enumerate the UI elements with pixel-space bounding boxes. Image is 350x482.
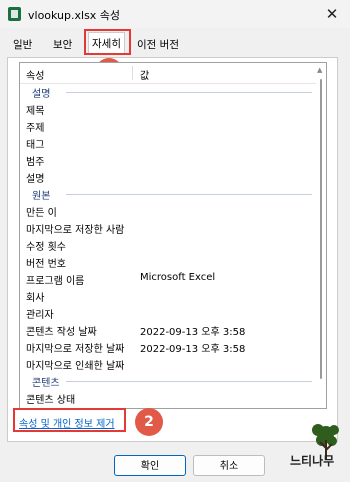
column-header-value[interactable]: 값 <box>140 67 149 82</box>
details-tab-highlight <box>84 29 131 55</box>
property-rows: 설명 제목 주제 태그 범주 설명 원본 만든 이 마지막으로 저장한 사람 수정 횟수 버전 번호… <box>20 83 316 406</box>
tab-strip: 일반 보안 자세히 이전 버전 <box>0 32 350 58</box>
property-row[interactable]: 만든 이 <box>20 202 316 219</box>
property-row[interactable]: 관리자 <box>20 304 316 321</box>
property-row[interactable]: 태그 <box>20 134 316 151</box>
group-divider <box>66 92 312 93</box>
property-name: 주제 <box>26 123 45 134</box>
property-name: 수정 횟수 <box>26 242 66 253</box>
close-icon[interactable]: ✕ <box>320 3 344 25</box>
tree-logo-icon <box>312 424 339 460</box>
property-name: 회사 <box>26 293 45 304</box>
property-group-header[interactable]: 콘텐츠 <box>20 372 316 389</box>
property-row[interactable]: 프로그램 이름 Microsoft Excel <box>20 270 316 287</box>
property-name: 설명 <box>32 89 51 100</box>
property-row[interactable]: 회사 <box>20 287 316 304</box>
cancel-button[interactable]: 취소 <box>193 455 265 476</box>
property-name: 태그 <box>26 140 45 151</box>
property-name: 콘텐츠 작성 날짜 <box>26 327 97 338</box>
group-divider <box>66 194 312 195</box>
property-name: 제목 <box>26 106 45 117</box>
property-value: 2022-09-13 오후 3:58 <box>140 327 246 338</box>
column-header-property[interactable]: 속성 <box>26 67 44 82</box>
property-name: 설명 <box>26 174 45 185</box>
step-badge-2: 2 <box>135 408 163 436</box>
property-name: 관리자 <box>26 310 54 321</box>
property-row[interactable]: 버전 번호 <box>20 253 316 270</box>
remove-properties-link[interactable]: 속성 및 개인 정보 제거 <box>19 415 115 430</box>
vertical-scrollbar[interactable]: ▲ <box>316 63 326 408</box>
window-title: vlookup.xlsx 속성 <box>28 9 121 22</box>
ok-button[interactable]: 확인 <box>114 455 186 476</box>
list-header: 속성 값 <box>20 63 316 84</box>
watermark-logo: 느티나무 <box>290 454 335 468</box>
tab-previous-versions[interactable]: 이전 버전 <box>134 36 182 54</box>
property-row[interactable]: 콘텐츠 작성 날짜 2022-09-13 오후 3:58 <box>20 321 316 338</box>
property-row[interactable]: 범주 <box>20 151 316 168</box>
excel-file-icon <box>8 7 21 21</box>
scroll-thumb[interactable] <box>320 79 322 379</box>
tab-general[interactable]: 일반 <box>10 36 35 54</box>
scroll-up-arrow-icon[interactable]: ▲ <box>317 66 322 74</box>
property-name: 마지막으로 저장한 사람 <box>26 225 125 236</box>
column-divider[interactable] <box>132 66 133 80</box>
title-bar: vlookup.xlsx 속성 ✕ <box>0 0 350 28</box>
property-group-header[interactable]: 설명 <box>20 83 316 100</box>
property-group-header[interactable]: 원본 <box>20 185 316 202</box>
properties-list: 속성 값 설명 제목 주제 태그 범주 설명 원본 만든 이 마지막으로 저장한 사람 수정 횟수… <box>19 62 327 409</box>
property-value: 2022-09-13 오후 3:58 <box>140 344 246 355</box>
group-divider <box>66 381 312 382</box>
property-row[interactable]: 수정 횟수 <box>20 236 316 253</box>
property-name: 프로그램 이름 <box>26 276 85 287</box>
property-row[interactable]: 마지막으로 저장한 날짜 2022-09-13 오후 3:58 <box>20 338 316 355</box>
property-row[interactable]: 제목 <box>20 100 316 117</box>
property-name: 원본 <box>32 191 51 202</box>
property-row[interactable]: 콘텐츠 상태 <box>20 389 316 406</box>
property-name: 범주 <box>26 157 45 168</box>
property-name: 콘텐츠 <box>32 378 60 389</box>
property-row[interactable]: 마지막으로 인쇄한 날짜 <box>20 355 316 372</box>
property-value: Microsoft Excel <box>140 272 216 283</box>
property-name: 마지막으로 인쇄한 날짜 <box>26 361 125 372</box>
property-row[interactable]: 설명 <box>20 168 316 185</box>
property-name: 만든 이 <box>26 208 57 219</box>
tab-security[interactable]: 보안 <box>50 36 75 54</box>
property-name: 콘텐츠 상태 <box>26 395 76 406</box>
property-name: 마지막으로 저장한 날짜 <box>26 344 125 355</box>
property-row[interactable]: 주제 <box>20 117 316 134</box>
property-name: 버전 번호 <box>26 259 66 270</box>
property-row[interactable]: 마지막으로 저장한 사람 <box>20 219 316 236</box>
